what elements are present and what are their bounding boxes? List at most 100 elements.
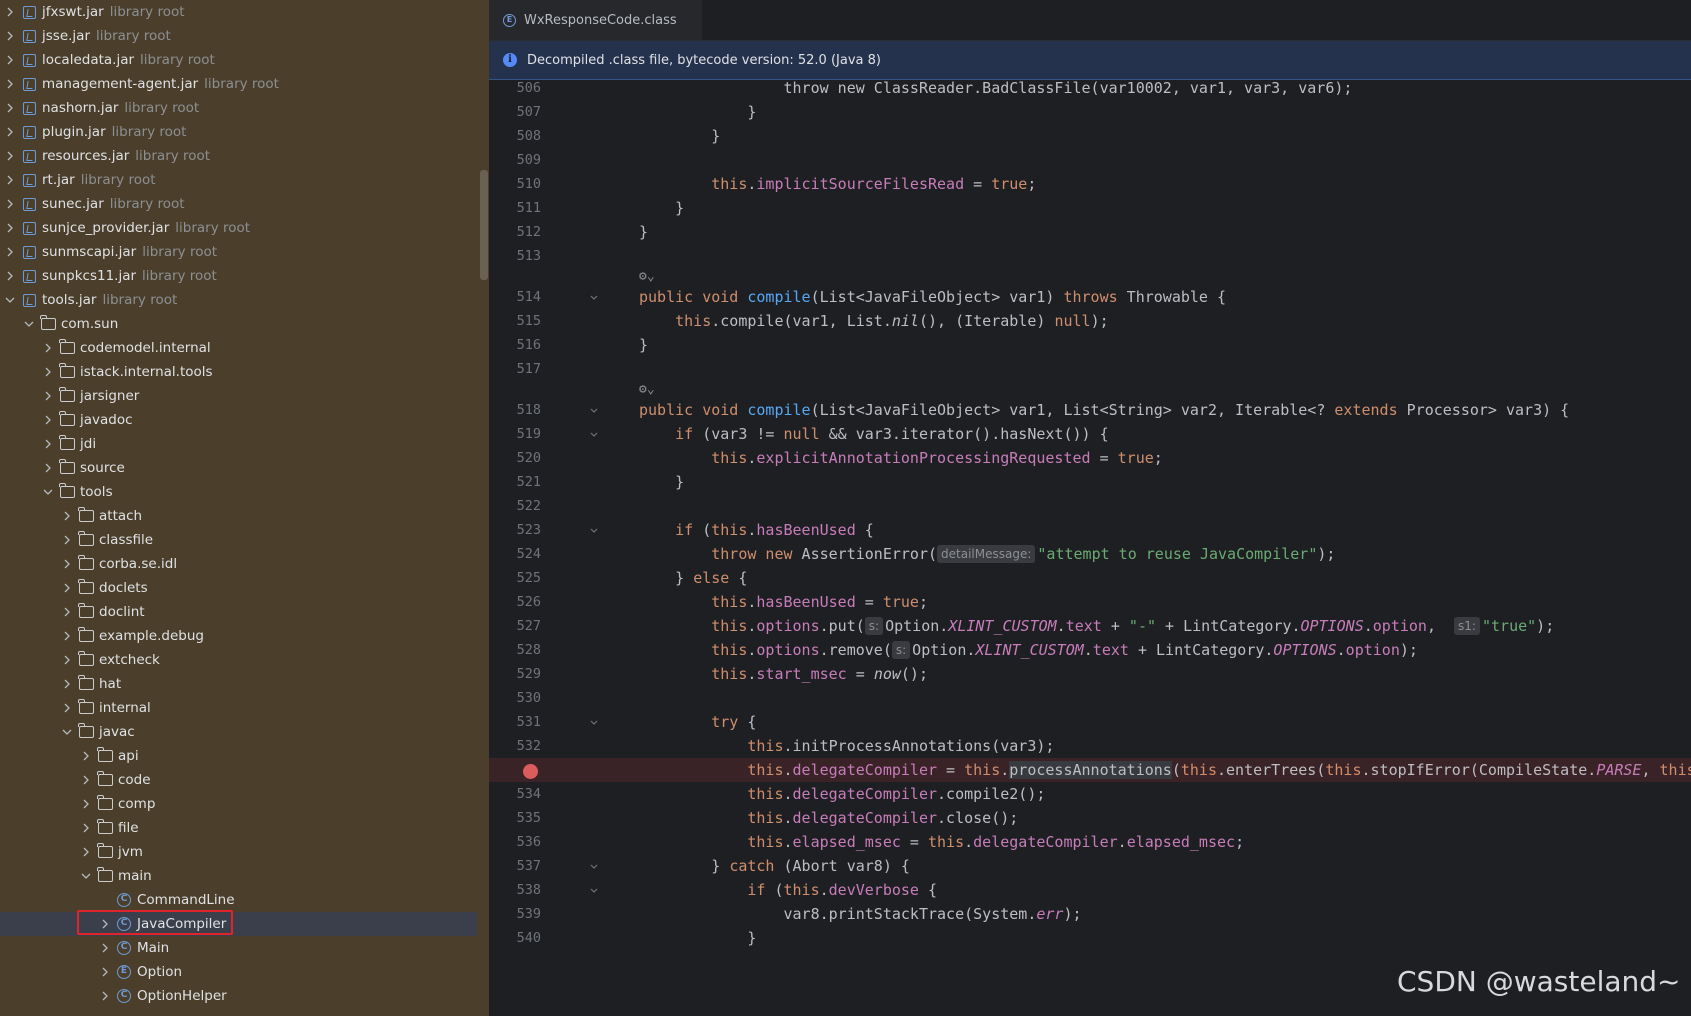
code-line[interactable]: 529 this.start_msec = now(); (489, 662, 1691, 686)
tree-item-hat[interactable]: hat (0, 672, 477, 696)
code-line[interactable]: 512} (489, 220, 1691, 244)
tree-item-attach[interactable]: attach (0, 504, 477, 528)
tree-item-javac[interactable]: javac (0, 720, 477, 744)
chevron-right-icon[interactable] (80, 846, 92, 858)
code-line[interactable]: 513 (489, 244, 1691, 268)
chevron-right-icon[interactable] (42, 462, 54, 474)
chevron-right-icon[interactable] (4, 78, 16, 90)
tree-item-sunmscapi-jar[interactable]: sunmscapi.jar library root (0, 240, 477, 264)
tree-item-nashorn-jar[interactable]: nashorn.jar library root (0, 96, 477, 120)
chevron-right-icon[interactable] (4, 54, 16, 66)
fold-chevron-icon[interactable] (589, 518, 599, 545)
fold-chevron-icon[interactable] (589, 878, 599, 905)
tree-item-corba-se-idl[interactable]: corba.se.idl (0, 552, 477, 576)
tree-item-jdi[interactable]: jdi (0, 432, 477, 456)
code-line[interactable]: 539 var8.printStackTrace(System.err); (489, 902, 1691, 926)
tree-item-jfxswt-jar[interactable]: jfxswt.jar library root (0, 0, 477, 24)
chevron-down-icon[interactable] (80, 870, 92, 882)
code-line[interactable]: 517 (489, 357, 1691, 381)
chevron-right-icon[interactable] (61, 654, 73, 666)
tree-item-jsse-jar[interactable]: jsse.jar library root (0, 24, 477, 48)
chevron-right-icon[interactable] (99, 966, 111, 978)
chevron-right-icon[interactable] (80, 750, 92, 762)
tree-item-plugin-jar[interactable]: plugin.jar library root (0, 120, 477, 144)
code-line[interactable]: 536 this.elapsed_msec = this.delegateCom… (489, 830, 1691, 854)
tree-item-commandline[interactable]: C CommandLine (0, 888, 477, 912)
code-area[interactable]: 506 throw new ClassReader.BadClassFile(v… (489, 80, 1691, 1016)
tree-item-istack-internal-tools[interactable]: istack.internal.tools (0, 360, 477, 384)
tree-item-main[interactable]: C Main (0, 936, 477, 960)
chevron-right-icon[interactable] (4, 198, 16, 210)
chevron-down-icon[interactable] (42, 486, 54, 498)
chevron-right-icon[interactable] (42, 366, 54, 378)
tree-item-codemodel-internal[interactable]: codemodel.internal (0, 336, 477, 360)
chevron-down-icon[interactable] (61, 726, 73, 738)
tree-item-sunec-jar[interactable]: sunec.jar library root (0, 192, 477, 216)
tree-item-classfile[interactable]: classfile (0, 528, 477, 552)
code-line[interactable]: 520 this.explicitAnnotationProcessingReq… (489, 446, 1691, 470)
chevron-right-icon[interactable] (61, 630, 73, 642)
chevron-right-icon[interactable] (4, 270, 16, 282)
tree-item-api[interactable]: api (0, 744, 477, 768)
code-line[interactable]: 530 (489, 686, 1691, 710)
tree-item-rt-jar[interactable]: rt.jar library root (0, 168, 477, 192)
tree-item-jvm[interactable]: jvm (0, 840, 477, 864)
chevron-right-icon[interactable] (4, 30, 16, 42)
fold-chevron-icon[interactable] (589, 710, 599, 737)
tree-item-extcheck[interactable]: extcheck (0, 648, 477, 672)
chevron-right-icon[interactable] (99, 942, 111, 954)
tree-item-source[interactable]: source (0, 456, 477, 480)
inlay-annotation-row[interactable]: ⚙⌄ (489, 268, 1691, 285)
code-line[interactable]: 522 (489, 494, 1691, 518)
code-line[interactable]: 524 throw new AssertionError(detailMessa… (489, 542, 1691, 566)
inlay-annotation-row[interactable]: ⚙⌄ (489, 381, 1691, 398)
code-line[interactable]: 531 try { (489, 710, 1691, 734)
tab-wxresponsecode[interactable]: E WxResponseCode.class (489, 0, 702, 40)
tree-item-resources-jar[interactable]: resources.jar library root (0, 144, 477, 168)
code-line[interactable]: 519 if (var3 != null && var3.iterator().… (489, 422, 1691, 446)
tree-item-jarsigner[interactable]: jarsigner (0, 384, 477, 408)
code-line[interactable]: 540 } (489, 926, 1691, 950)
chevron-right-icon[interactable] (42, 390, 54, 402)
breakpoint-icon[interactable] (523, 764, 538, 779)
tree-item-doclint[interactable]: doclint (0, 600, 477, 624)
code-line[interactable]: 518 public void compile(List<JavaFileObje… (489, 398, 1691, 422)
code-line[interactable]: 523 if (this.hasBeenUsed { (489, 518, 1691, 542)
chevron-right-icon[interactable] (80, 798, 92, 810)
code-line[interactable]: 515 this.compile(var1, List.nil(), (Iter… (489, 309, 1691, 333)
chevron-down-icon[interactable] (4, 294, 16, 306)
fold-chevron-icon[interactable] (589, 422, 599, 449)
code-line[interactable]: 521 } (489, 470, 1691, 494)
tree-item-sunjce-provider-jar[interactable]: sunjce_provider.jar library root (0, 216, 477, 240)
code-line[interactable]: 537 } catch (Abort var8) { (489, 854, 1691, 878)
fold-chevron-icon[interactable] (589, 398, 599, 425)
tree-item-sunpkcs11-jar[interactable]: sunpkcs11.jar library root (0, 264, 477, 288)
chevron-right-icon[interactable] (42, 342, 54, 354)
tree-item-file[interactable]: file (0, 816, 477, 840)
tree-item-example-debug[interactable]: example.debug (0, 624, 477, 648)
code-line[interactable]: 527 this. options.put(s: Option.XLINT_CUST… (489, 614, 1691, 638)
chevron-right-icon[interactable] (61, 558, 73, 570)
chevron-down-icon[interactable] (23, 318, 35, 330)
tree-item-main[interactable]: main (0, 864, 477, 888)
code-line[interactable]: 509 (489, 148, 1691, 172)
chevron-right-icon[interactable] (4, 126, 16, 138)
code-line[interactable]: 511 } (489, 196, 1691, 220)
tree-item-javadoc[interactable]: javadoc (0, 408, 477, 432)
chevron-right-icon[interactable] (4, 246, 16, 258)
tree-scrollbar[interactable] (480, 170, 488, 280)
code-line[interactable]: 516} (489, 333, 1691, 357)
tree-item-com-sun[interactable]: com.sun (0, 312, 477, 336)
tree-item-doclets[interactable]: doclets (0, 576, 477, 600)
code-line[interactable]: 525 } else { (489, 566, 1691, 590)
tree-item-optionhelper[interactable]: C OptionHelper (0, 984, 477, 1008)
tree-item-tools-jar[interactable]: tools.jar library root (0, 288, 477, 312)
code-line[interactable]: 507 } (489, 100, 1691, 124)
code-line[interactable]: 528 this. options.remove(s: Option.XLINT_C… (489, 638, 1691, 662)
code-line[interactable]: 508 } (489, 124, 1691, 148)
chevron-right-icon[interactable] (4, 174, 16, 186)
tree-item-javacompiler[interactable]: C JavaCompiler (0, 910, 477, 936)
chevron-right-icon[interactable] (42, 414, 54, 426)
chevron-right-icon[interactable] (61, 510, 73, 522)
chevron-right-icon[interactable] (80, 774, 92, 786)
